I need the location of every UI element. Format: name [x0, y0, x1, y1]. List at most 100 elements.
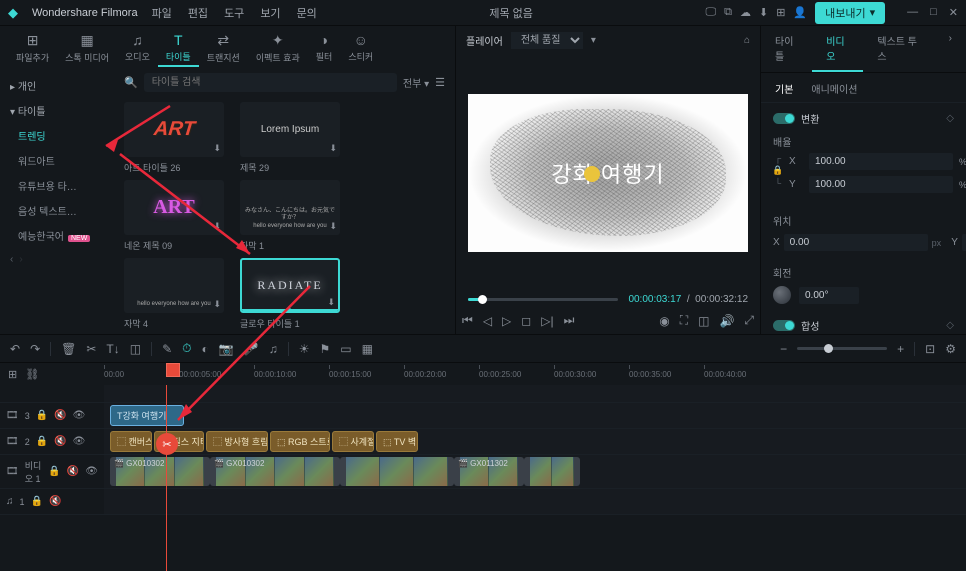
tree-personal[interactable]: ▸ 개인 [0, 73, 114, 98]
group-icon[interactable]: ▦ [362, 342, 373, 356]
hide-track-icon[interactable]: 👁 [85, 466, 98, 477]
window-close[interactable]: ✕ [949, 6, 958, 19]
video-clip-4[interactable] [524, 457, 580, 486]
sort-icon[interactable]: ☰ [435, 76, 445, 89]
video-clip-0[interactable]: 🎬 GX010302 [110, 457, 210, 486]
play-icon[interactable]: ▷ [502, 314, 511, 328]
scissors-cut-badge[interactable]: ✂ [156, 433, 178, 455]
title-thumb-1[interactable]: Lorem Ipsum⬇제목 29 [240, 102, 340, 174]
hide-track-icon[interactable]: 👁 [73, 436, 86, 447]
video-clip-3[interactable]: 🎬 GX011302 [454, 457, 524, 486]
link-icon[interactable]: ⛓ [25, 368, 39, 381]
fx-clip-4[interactable]: ⬚ 사계절 [332, 431, 374, 452]
title-thumb-3[interactable]: みなさん、こんにちは。お元気ですか？hello everyone how are… [240, 180, 340, 252]
title-thumb-4[interactable]: hello everyone how are you⬇자막 4 [124, 258, 224, 330]
step-back-icon[interactable]: ◁ [483, 314, 492, 328]
preview-canvas[interactable]: 강화 여행기 [468, 94, 748, 252]
timeline-ruler[interactable]: 00:0000:00:05:0000:00:10:0000:00:15:0000… [104, 363, 966, 385]
insp-tabs-more[interactable]: › [935, 26, 966, 72]
export-button[interactable]: 내보내기 ▾ [815, 2, 885, 24]
fx-clip-2[interactable]: ⬚ 방사형 흐림 [206, 431, 268, 452]
film-icon[interactable]: 🎞 [6, 410, 19, 421]
hide-track-icon[interactable]: 👁 [73, 410, 86, 421]
filter-dropdown[interactable]: 전부 ▾ [403, 75, 429, 90]
snapshot-icon[interactable]: ⌂ [744, 35, 750, 46]
prev-clip-icon[interactable]: ⏮ [462, 313, 473, 328]
crop-icon[interactable]: ◫ [698, 314, 709, 328]
scale-x-input[interactable] [809, 153, 953, 170]
menu-file[interactable]: 파일 [152, 5, 172, 21]
undo-icon[interactable]: ↶ [10, 342, 20, 356]
media-tab-2[interactable]: ♫오디오 [117, 30, 158, 67]
mute-track-icon[interactable]: 🔇 [54, 436, 66, 447]
user-avatar-icon[interactable]: 👤 [793, 6, 807, 19]
copy-icon[interactable]: ⧉ [724, 6, 732, 19]
transform-toggle[interactable] [773, 113, 795, 124]
rotation-knob[interactable] [773, 286, 791, 304]
adjust-icon[interactable]: ☀ [299, 342, 310, 356]
lock-track-icon[interactable]: 🔒 [36, 436, 48, 447]
zoom-in-icon[interactable]: + [897, 342, 904, 356]
stop-icon[interactable]: ◻ [521, 314, 531, 328]
text-icon[interactable]: T↓ [106, 342, 119, 356]
mute-track-icon[interactable]: 🔇 [54, 410, 66, 421]
tree-child-1[interactable]: 워드아트 [0, 148, 114, 173]
step-fwd-icon[interactable]: ▷| [541, 314, 553, 328]
pos-y-input[interactable] [962, 234, 966, 251]
color-icon[interactable]: ◐ [202, 342, 209, 356]
media-tab-4[interactable]: ⇄트랜지션 [199, 30, 248, 67]
title-search-input[interactable] [144, 73, 397, 92]
preview-scrubber[interactable] [468, 298, 618, 301]
music-icon[interactable]: ♫ [269, 342, 278, 356]
media-tab-6[interactable]: ◑필터 [308, 30, 341, 67]
fullscreen-icon[interactable]: ⛶ [680, 313, 688, 328]
fx-clip-0[interactable]: ⬚ 캔버스 [110, 431, 152, 452]
fit-icon[interactable]: ⊡ [925, 342, 935, 356]
composite-toggle[interactable] [773, 320, 795, 331]
insp-tab-video[interactable]: 비디오 [812, 26, 863, 72]
redo-icon[interactable]: ↷ [30, 342, 40, 356]
tree-titles[interactable]: ▾ 타이틀 [0, 98, 114, 123]
tree-child-4[interactable]: 예능한국어NEW [0, 223, 114, 248]
zoom-out-icon[interactable]: − [780, 342, 787, 356]
title-thumb-2[interactable]: ART⬇네온 제목 09 [124, 180, 224, 252]
tree-child-0[interactable]: 트렌딩 [0, 123, 114, 148]
media-tab-0[interactable]: ⊞파일추가 [8, 30, 57, 67]
fx-clip-3[interactable]: ⬚ RGB 스트로 [270, 431, 330, 452]
composite-keyframe-icon[interactable]: ◇ [946, 320, 954, 331]
mute-track-icon[interactable]: 🔇 [67, 466, 79, 477]
next-clip-icon[interactable]: ⏭ [564, 313, 575, 328]
mic-icon[interactable]: 🎤 [244, 342, 259, 356]
media-tab-1[interactable]: ▦스톡 미디어 [57, 30, 117, 67]
text-clip[interactable]: T 강화 여행기 [110, 405, 184, 426]
camera-icon[interactable]: 📷 [219, 342, 234, 356]
add-track-icon[interactable]: ⊞ [8, 368, 17, 381]
window-minimize[interactable]: — [907, 6, 918, 19]
fx-clip-5[interactable]: ⬚ TV 벽 [376, 431, 418, 452]
delete-icon[interactable]: 🗑 [61, 342, 76, 356]
track-icon[interactable]: ▭ [340, 342, 351, 356]
playhead-marker[interactable] [166, 363, 180, 377]
lock-track-icon[interactable]: 🔒 [36, 410, 48, 421]
settings-icon[interactable]: ⚙ [945, 342, 956, 356]
media-tab-5[interactable]: ✦이펙트 효과 [248, 30, 308, 67]
scale-y-input[interactable] [809, 176, 953, 193]
window-maximize[interactable]: □ [930, 6, 937, 19]
crop-tl-icon[interactable]: ◫ [130, 342, 141, 356]
subtab-basic[interactable]: 기본 [775, 81, 793, 96]
speed-icon[interactable]: ⏱ [182, 341, 191, 356]
volume-icon[interactable]: 🔊 [719, 314, 734, 328]
edit-icon[interactable]: ✎ [162, 342, 172, 356]
monitor-icon[interactable]: 🖵 [706, 6, 717, 19]
cut-icon[interactable]: ✂ [86, 342, 96, 356]
title-thumb-5[interactable]: RADIATE⬇글로우 타이틀 1 [240, 258, 340, 330]
lock-icon[interactable]: 🔒 [772, 165, 783, 176]
zoom-slider[interactable] [797, 347, 887, 350]
media-tab-7[interactable]: ☺스티커 [340, 30, 381, 67]
tree-child-3[interactable]: 음성 텍스트… [0, 198, 114, 223]
menu-tools[interactable]: 도구 [224, 5, 244, 21]
lock-track-icon[interactable]: 🔒 [48, 466, 60, 477]
film-icon[interactable]: 🎞 [6, 436, 19, 447]
marker-icon[interactable]: ⚑ [319, 342, 330, 356]
expand-icon[interactable]: ⤢ [744, 313, 754, 328]
